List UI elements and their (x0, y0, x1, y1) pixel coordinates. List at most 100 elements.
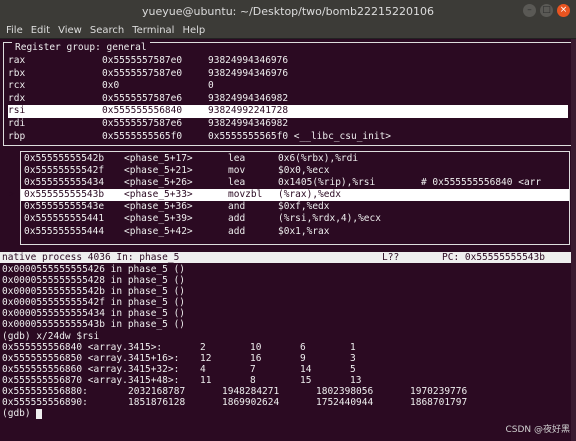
register-row-rbx: rbx 0x5555557587e0 93824994346976 (8, 68, 568, 81)
register-value: 93824994346982 (208, 117, 289, 129)
asm-operands: $0x0,%ecx (278, 165, 330, 177)
watermark: CSDN @夜好黑 (505, 425, 570, 435)
gdb-history-line: 0x000055555555542b in phase_5 () (2, 286, 186, 298)
minimize-icon[interactable]: – (523, 4, 536, 17)
gdb-history-line: 0x0000555555555428 in phase_5 () (2, 275, 186, 287)
register-hex: 0x5555557587e6 (102, 117, 183, 129)
register-row-rsi: rsi 0x555555556840 93824992241728 (8, 105, 568, 118)
memory-value: 1948284271 (222, 386, 280, 398)
menu-file[interactable]: File (6, 25, 23, 36)
register-name: rbp (8, 130, 26, 142)
memory-value: 13 (350, 374, 362, 386)
gdb-prompt: (gdb) (2, 408, 37, 420)
asm-row: 0x55555555543e <phase_5+36> and $0xf,%edx (21, 201, 569, 213)
asm-address: 0x555555555444 (24, 225, 105, 237)
menu-bar: File Edit View Search Terminal Help (0, 22, 576, 39)
asm-address: 0x55555555542b (24, 153, 105, 164)
status-process: native process 4036 In: phase_5 (2, 252, 180, 263)
register-name: rdx (8, 92, 26, 104)
status-pc: PC: 0x55555555543b (442, 252, 545, 263)
memory-value: 3 (350, 352, 356, 364)
memory-value: 2 (200, 341, 206, 353)
register-row-rax: rax 0x5555557587e0 93824994346976 (8, 55, 568, 68)
menu-view[interactable]: View (58, 25, 82, 36)
memory-value: 9 (300, 352, 306, 364)
maximize-icon[interactable]: □ (540, 4, 553, 17)
memory-value: 14 (300, 363, 312, 375)
asm-operands: (%rsi,%rdx,4),%ecx (278, 213, 381, 225)
asm-operands: $0x1,%rax (278, 225, 330, 237)
register-value: 93824994346976 (208, 55, 289, 66)
register-row-rdx: rdx 0x5555557587e6 93824994346982 (8, 93, 568, 106)
menu-help[interactable]: Help (182, 25, 205, 36)
memory-row: 0x555555556840 <array.3415>: 2 10 6 1 (2, 342, 572, 353)
register-value: 0x5555555565f0 <__libc_csu_init> (208, 130, 392, 142)
asm-opcode: lea (228, 153, 246, 164)
asm-row: >0x55555555543b <phase_5+33> movzbl (%rax),… (9, 189, 569, 202)
asm-row: 0x555555555444 <phase_5+42> add $0x1,%rax (21, 226, 569, 238)
memory-value: 5 (350, 363, 356, 375)
register-row-rdi: rdi 0x5555557587e6 93824994346982 (8, 118, 568, 131)
asm-symbol: <phase_5+42> (124, 225, 193, 237)
register-hex: 0x5555557587e0 (102, 67, 183, 79)
memory-value: 2032168787 (128, 386, 186, 398)
memory-value: 4 (200, 363, 206, 375)
memory-value: 1752440944 (316, 397, 374, 409)
register-panel: Register group: general rax 0x5555557587e… (3, 42, 573, 146)
asm-current-marker: > (9, 189, 15, 201)
register-value: 93824994346976 (208, 67, 289, 79)
register-name: rbx (8, 67, 26, 79)
register-value: 93824992241728 (208, 105, 289, 117)
memory-address: 0x555555556840 <array.3415>: (2, 341, 163, 353)
memory-value: 10 (250, 341, 262, 353)
register-value: 93824994346982 (208, 92, 289, 104)
window-title: yueyue@ubuntu: ~/Desktop/two/bomb2221522… (141, 4, 434, 18)
memory-value: 1802398056 (316, 386, 374, 398)
text-cursor (36, 408, 43, 419)
register-row-rcx: rcx 0x0 0 (8, 80, 568, 93)
asm-address: 0x555555555441 (24, 213, 105, 225)
register-hex: 0x5555557587e6 (102, 92, 183, 104)
terminal-area[interactable]: Register group: general rax 0x5555557587e… (0, 39, 576, 441)
close-icon[interactable]: × (557, 4, 570, 17)
register-name: rdi (8, 117, 26, 129)
gdb-history-line: 0x0000555555555426 in phase_5 () (2, 264, 186, 275)
asm-operands: 0x6(%rbx),%rdi (278, 153, 359, 164)
memory-value: 6 (300, 341, 306, 353)
gdb-history-line: 0x000055555555543b in phase_5 () (2, 319, 186, 331)
register-name: rsi (8, 105, 26, 117)
memory-row: 0x555555556860 <array.3415+32>: 4 7 14 5 (2, 364, 572, 375)
asm-address: 0x55555555543b (24, 189, 105, 201)
memory-address: 0x555555556850 <array.3415+16>: (2, 352, 180, 364)
asm-row: 0x55555555542f <phase_5+21> mov $0x0,%ecx (21, 165, 569, 177)
asm-address: 0x55555555542f (24, 165, 105, 177)
register-hex: 0x0 (102, 80, 120, 92)
menu-terminal[interactable]: Terminal (132, 25, 174, 36)
scrollbar[interactable] (571, 39, 576, 441)
memory-row: 0x555555556880: 2032168787 1948284271 18023… (2, 386, 572, 397)
register-row-rbp: rbp 0x5555555565f0 0x5555555565f0 <__libc_… (8, 131, 568, 144)
memory-value: 11 (200, 374, 212, 386)
asm-operands: (%rax),%edx (278, 189, 341, 201)
asm-symbol: <phase_5+17> (124, 153, 193, 164)
gdb-history-line: 0x0000555555555434 in phase_5 () (2, 308, 186, 320)
asm-symbol: <phase_5+26> (124, 177, 193, 189)
asm-symbol: <phase_5+36> (124, 201, 193, 213)
asm-row: 0x55555555542b <phase_5+17> lea 0x6(%rbx),%… (21, 153, 569, 165)
register-name: rcx (8, 80, 26, 92)
status-line: L?? (382, 252, 400, 263)
menu-search[interactable]: Search (90, 25, 124, 36)
asm-row: 0x555555555441 <phase_5+39> add (%rsi,%rdx,… (21, 213, 569, 225)
status-bar: native process 4036 In: phase_5 L?? PC: … (0, 252, 576, 263)
asm-operands: 0x1405(%rip),%rsi # 0x555555556840 <arr (278, 177, 542, 189)
gdb-history-line: 0x000055555555542f in phase_5 () (2, 297, 186, 309)
register-hex: 0x5555557587e0 (102, 55, 183, 66)
register-hex: 0x5555555565f0 (102, 130, 183, 142)
gdb-command: (gdb) x/24dw $rsi (2, 330, 100, 342)
memory-value: 7 (250, 363, 256, 375)
menu-edit[interactable]: Edit (31, 25, 50, 36)
memory-value: 12 (200, 352, 212, 364)
gdb-prompt-line[interactable]: (gdb) (2, 408, 572, 419)
asm-opcode: add (228, 213, 246, 225)
register-hex: 0x555555556840 (102, 105, 183, 117)
